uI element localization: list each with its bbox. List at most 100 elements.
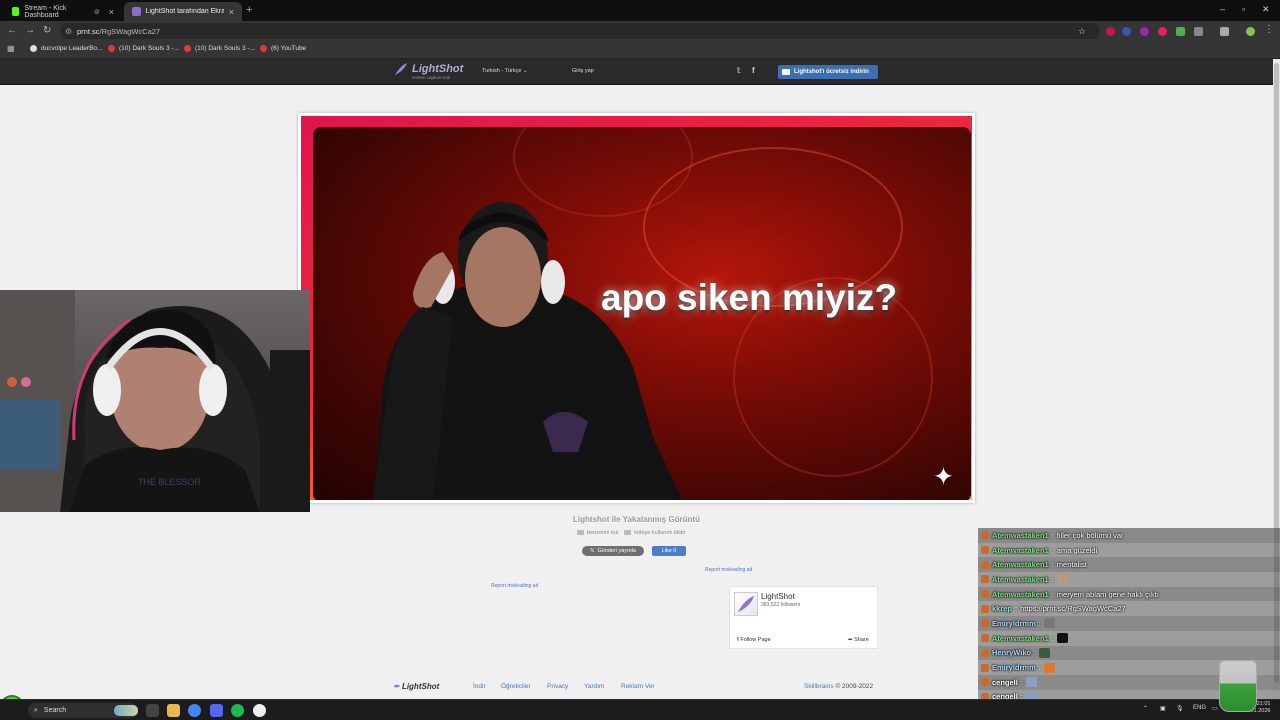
chat-message: Atemwastaken1: [978, 630, 1280, 646]
menu-icon[interactable]: ⋮ [1264, 24, 1274, 35]
extension-icon[interactable] [1158, 27, 1167, 36]
close-window-icon[interactable]: ✕ [1262, 4, 1270, 15]
spotify-icon[interactable] [231, 704, 244, 717]
mute-icon[interactable]: ⊘ [94, 8, 100, 16]
chat-message: Atemwastaken1: [978, 572, 1280, 587]
report-ad-link[interactable]: Report misleading ad [705, 567, 752, 573]
address-toolbar: ← → ↻ ⚙ prnt.sc/RgSWagWcCa27 ☆ ⋮ [0, 21, 1280, 41]
chat-emote-icon [1056, 633, 1068, 644]
chat-separator: : [1051, 530, 1054, 540]
like-button[interactable]: Like 0 [652, 546, 686, 556]
lightshot-logo[interactable]: LightShot screen capture tool [394, 62, 463, 80]
extensions-puzzle-icon[interactable] [1194, 27, 1203, 36]
close-icon[interactable]: × [229, 7, 234, 17]
chat-username[interactable]: Emiryldrmm [992, 619, 1036, 628]
extension-icon[interactable] [1106, 27, 1115, 36]
desktop: Stream - Kick Dashboard ⊘ × LightShot ta… [0, 0, 1280, 720]
fb-page-name[interactable]: LightShot [761, 592, 795, 601]
login-link[interactable]: Giriş yap [572, 68, 594, 74]
footer-link-help[interactable]: Yardım [584, 683, 604, 690]
footer-link-download[interactable]: İndir [473, 683, 486, 690]
chrome-icon[interactable] [188, 704, 201, 717]
bookmark-item[interactable]: ducvolpe LeaderBo... [30, 45, 102, 52]
language-indicator[interactable]: ENG [1193, 705, 1206, 711]
apps-grid-icon[interactable]: ▦ [7, 44, 15, 53]
clock-time: 21:01 [1256, 701, 1271, 707]
facebook-icon[interactable]: f [752, 66, 755, 75]
report-abuse-link[interactable]: kötüye kullanım bildir [624, 530, 685, 536]
star-icon[interactable]: ☆ [1078, 26, 1086, 37]
subscriber-badge-icon [981, 619, 989, 628]
file-explorer-icon[interactable] [167, 704, 180, 717]
language-select[interactable]: Turkish - Türkçe ⌄ [482, 68, 528, 74]
twitter-icon[interactable]: 𝕥 [737, 66, 741, 75]
subscriber-badge-icon [981, 560, 989, 569]
network-icon[interactable]: ▭ [1212, 705, 1218, 712]
footer-link-tutorials[interactable]: Öğreticiler [501, 683, 531, 690]
taskbar-search[interactable]: ⌕ Search [28, 703, 138, 718]
chat-emote-icon [1056, 574, 1068, 585]
chat-username[interactable]: Atemwastaken1 [992, 634, 1049, 643]
chat-username[interactable]: Atemwastaken1 [992, 546, 1049, 555]
close-icon[interactable]: × [109, 7, 114, 17]
task-view-icon[interactable] [146, 704, 159, 717]
chat-username[interactable]: HenryWiko [992, 648, 1031, 657]
lightshot-icon [132, 7, 141, 16]
subscriber-badge-icon [981, 604, 989, 613]
chat-username[interactable]: Atemwastaken1 [992, 590, 1049, 599]
forward-icon[interactable]: → [25, 25, 35, 36]
bookmarks-bar: ▦ ducvolpe LeaderBo... (10) Dark Souls 3… [0, 41, 1280, 59]
profile-avatar[interactable] [1246, 27, 1255, 36]
chat-emote-icon [1025, 677, 1037, 688]
bookmark-item[interactable]: (10) Dark Souls 3 -... [184, 45, 255, 52]
language-label: Turkish - Türkçe [482, 68, 522, 74]
minimize-icon[interactable]: – [1220, 4, 1225, 14]
chat-username[interactable]: kkrep [992, 604, 1012, 613]
bookmark-label: (10) Dark Souls 3 -... [195, 45, 255, 52]
screenshot-image[interactable]: apo siken miyiz? ✦ [298, 113, 975, 503]
side-panel-icon[interactable] [1220, 27, 1229, 36]
skillbrains-link[interactable]: Skillbrains [804, 683, 834, 690]
chat-text: mentalist [1056, 560, 1087, 570]
download-button[interactable]: Lightshot'ı ücretsiz indirin [778, 65, 878, 79]
footer-logo[interactable]: ✒ LightShot [393, 682, 439, 691]
chat-username[interactable]: cengell [992, 678, 1018, 687]
fb-share-label: Share [854, 637, 869, 643]
tab-kick-dashboard[interactable]: Stream - Kick Dashboard ⊘ × [4, 2, 122, 21]
chat-username[interactable]: Atemwastaken1 [992, 531, 1049, 540]
chat-username[interactable]: Atemwastaken1 [992, 560, 1049, 569]
footer-link-advertise[interactable]: Reklam Ver [621, 683, 655, 690]
bookmark-item[interactable]: (10) Dark Souls 3 -... [108, 45, 179, 52]
find-similar-link[interactable]: benzerini bul [577, 530, 618, 536]
new-tab-button[interactable]: + [246, 4, 252, 16]
extension-icon[interactable] [1140, 27, 1149, 36]
chat-text: filler çok bölümü var [1056, 530, 1124, 540]
microphone-icon[interactable]: 🎙 [1176, 705, 1184, 712]
chat-username[interactable]: Emiryldrmm [992, 663, 1036, 672]
discord-icon[interactable] [210, 704, 223, 717]
report-ad-link[interactable]: Report misleading ad [491, 583, 538, 589]
site-info-icon[interactable]: ⚙ [65, 27, 72, 36]
fb-share-button[interactable]: ➦ Share [848, 637, 869, 643]
reload-icon[interactable]: ↻ [43, 25, 51, 36]
back-icon[interactable]: ← [7, 25, 17, 36]
chat-username[interactable]: Atemwastaken1 [992, 575, 1049, 584]
fb-follow-button[interactable]: f Follow Page [737, 637, 771, 643]
bookmark-item[interactable]: (6) YouTube [260, 45, 306, 52]
tweet-button[interactable]: 𝕏 Gönderi yayınla [582, 546, 644, 556]
tray-chevron-icon[interactable]: ⌃ [1143, 705, 1148, 712]
footer-link-privacy[interactable]: Privacy [547, 683, 568, 690]
extension-icon[interactable] [1122, 27, 1131, 36]
extension-icon[interactable] [1176, 27, 1185, 36]
chat-separator: : [1051, 633, 1054, 643]
tray-app-icon[interactable]: ▣ [1160, 705, 1166, 712]
lightshot-header: LightShot screen capture tool Turkish - … [0, 59, 1273, 85]
maximize-icon[interactable]: ▫ [1242, 4, 1245, 14]
chat-separator: : [1051, 545, 1054, 555]
fb-page-avatar[interactable] [734, 592, 758, 616]
url-input[interactable]: ⚙ prnt.sc/RgSWagWcCa27 ☆ [60, 23, 1100, 39]
chat-message: Emiryldrmm: [978, 616, 1280, 631]
tab-lightshot[interactable]: LightShot tarafından Ekran Görüntüsü × [124, 2, 242, 21]
obs-icon[interactable] [253, 704, 266, 717]
copyright-text: © 2009-2022 [835, 683, 874, 690]
